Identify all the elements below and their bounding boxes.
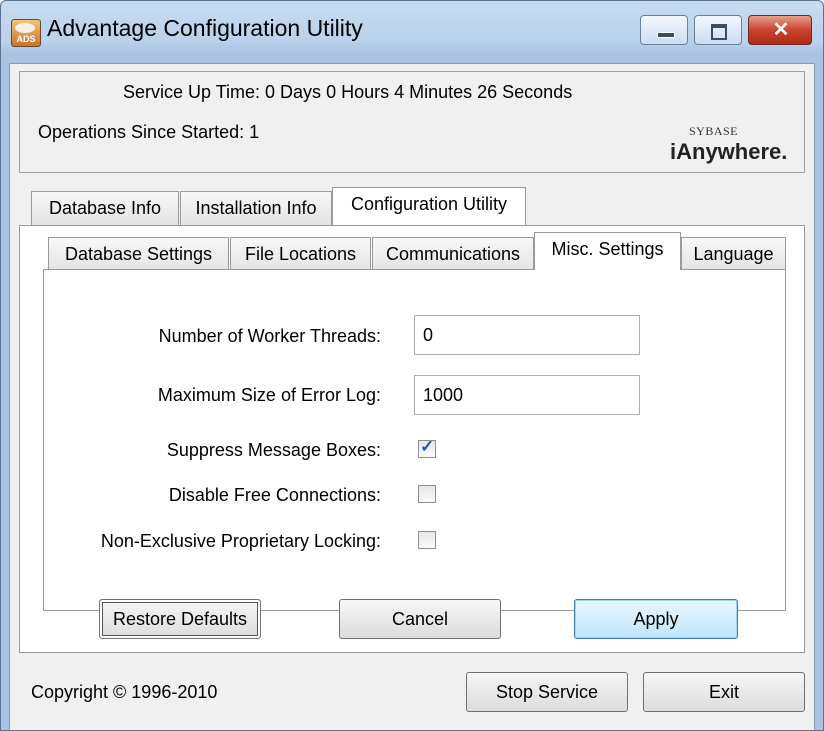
tab-database-info[interactable]: Database Info	[31, 191, 179, 225]
exit-button[interactable]: Exit	[643, 672, 805, 712]
app-window: ADS Advantage Configuration Utility ✕ Se…	[0, 0, 824, 731]
worker-threads-label: Number of Worker Threads:	[158, 326, 381, 346]
service-uptime: Service Up Time: 0 Days 0 Hours 4 Minute…	[123, 82, 573, 102]
operations-count: Operations Since Started: 1	[38, 122, 260, 142]
tab-database-settings[interactable]: Database Settings	[48, 237, 229, 271]
copyright-text: Copyright © 1996-2010	[31, 682, 218, 702]
restore-defaults-button[interactable]: Restore Defaults	[99, 599, 261, 639]
tab-misc-settings[interactable]: Misc. Settings	[534, 232, 681, 270]
cancel-button[interactable]: Cancel	[339, 599, 501, 639]
app-icon[interactable]: ADS	[11, 19, 41, 47]
minimize-icon	[657, 32, 675, 38]
suppress-message-boxes-checkbox[interactable]	[418, 437, 436, 458]
title-bar[interactable]: ADS Advantage Configuration Utility ✕	[1, 1, 823, 63]
maximize-button[interactable]	[694, 15, 742, 45]
tab-configuration-utility[interactable]: Configuration Utility	[332, 187, 526, 225]
close-button[interactable]: ✕	[748, 15, 812, 45]
minimize-button[interactable]	[640, 15, 688, 45]
tab-installation-info[interactable]: Installation Info	[180, 191, 332, 225]
suppress-message-boxes-label: Suppress Message Boxes:	[166, 440, 381, 460]
non-exclusive-locking-label: Non-Exclusive Proprietary Locking:	[100, 531, 381, 551]
error-log-size-input[interactable]: 1000	[414, 375, 640, 415]
window-title: Advantage Configuration Utility	[47, 15, 363, 41]
sybase-logo-text: SYBASE	[689, 124, 739, 138]
non-exclusive-locking-checkbox[interactable]	[418, 531, 436, 549]
apply-button[interactable]: Apply	[574, 599, 738, 639]
tab-file-locations[interactable]: File Locations	[230, 237, 371, 271]
error-log-label: Maximum Size of Error Log:	[157, 385, 381, 405]
disable-free-connections-checkbox[interactable]	[418, 485, 436, 503]
worker-threads-input[interactable]: 0	[414, 315, 640, 355]
tab-language[interactable]: Language	[681, 237, 786, 271]
tab-communications[interactable]: Communications	[372, 237, 534, 271]
maximize-icon	[711, 24, 727, 40]
disable-free-connections-label: Disable Free Connections:	[168, 485, 381, 505]
ianywhere-logo: iAnywhere.	[670, 139, 788, 164]
close-icon: ✕	[772, 19, 790, 41]
stop-service-button[interactable]: Stop Service	[466, 672, 628, 712]
